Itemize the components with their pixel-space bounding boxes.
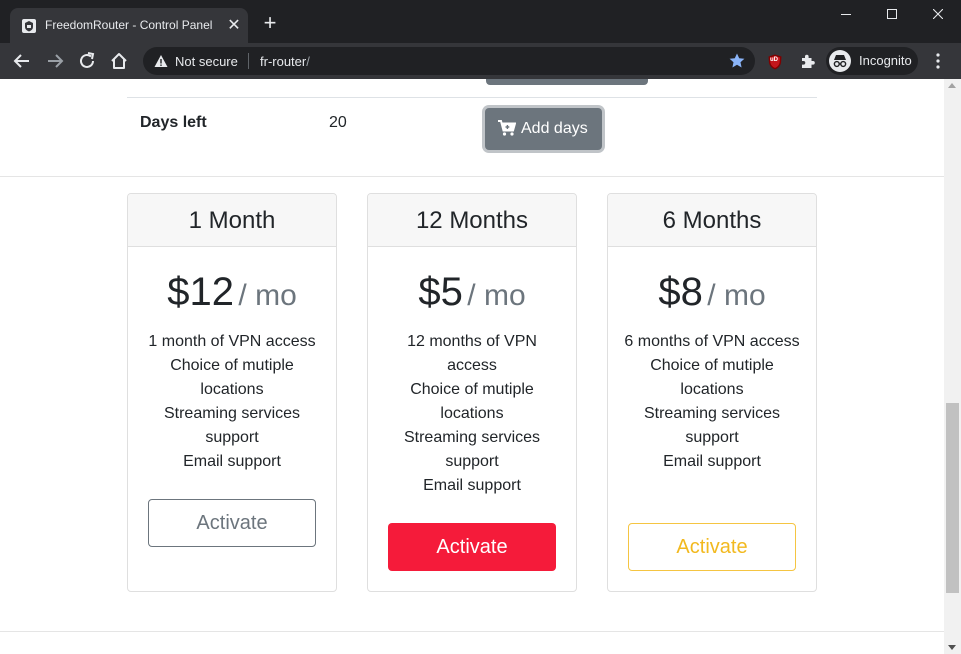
puzzle-piece-icon xyxy=(802,54,815,68)
days-left-label: Days left xyxy=(140,114,207,131)
plan-title: 6 Months xyxy=(608,194,816,247)
feature-item: 1 month of VPN access xyxy=(148,333,316,350)
minimize-icon xyxy=(841,14,851,15)
close-window-button[interactable] xyxy=(915,0,961,30)
minimize-button[interactable] xyxy=(823,0,869,30)
previous-row-button[interactable] xyxy=(486,79,648,85)
activate-button-12-months[interactable]: Activate xyxy=(388,523,556,571)
scroll-up-arrow-icon[interactable] xyxy=(948,83,956,88)
browser-titlebar: FreedomRouter - Control Panel ✕ + xyxy=(0,0,961,43)
plan-price: $8 / mo xyxy=(608,270,816,315)
feature-item: 6 months of VPN access xyxy=(624,333,800,350)
table-row-divider xyxy=(127,97,817,98)
footer-divider xyxy=(0,631,944,632)
feature-item: Streaming services support xyxy=(163,405,301,446)
arrow-right-icon xyxy=(48,54,64,68)
price-amount: $12 xyxy=(167,270,234,314)
feature-item: Email support xyxy=(423,477,521,494)
forward-button[interactable] xyxy=(44,50,66,72)
new-tab-icon[interactable]: + xyxy=(259,12,281,35)
url-text[interactable]: fr-router/ xyxy=(260,54,310,69)
activate-button-6-months[interactable]: Activate xyxy=(628,523,796,571)
address-bar[interactable]: Not secure fr-router/ xyxy=(143,47,755,75)
feature-item: Streaming services support xyxy=(643,405,781,446)
scroll-down-arrow-icon[interactable] xyxy=(948,645,956,650)
price-unit: / mo xyxy=(238,279,297,312)
browser-tab[interactable]: FreedomRouter - Control Panel ✕ xyxy=(10,8,248,43)
incognito-profile-button[interactable]: Incognito xyxy=(826,47,918,75)
plan-price: $5 / mo xyxy=(368,270,576,315)
price-unit: / mo xyxy=(707,279,766,312)
home-button[interactable] xyxy=(108,50,130,72)
add-days-button[interactable]: Add days xyxy=(485,108,602,150)
feature-item: Choice of mutiple locations xyxy=(650,357,774,398)
reload-button[interactable] xyxy=(76,50,98,72)
ublock-extension-icon[interactable]: uD xyxy=(767,54,783,70)
maximize-button[interactable] xyxy=(869,0,915,30)
extensions-button[interactable] xyxy=(797,50,819,72)
activate-button-1-month[interactable]: Activate xyxy=(148,499,316,547)
feature-item: 12 months of VPN access xyxy=(407,333,537,374)
browser-menu-icon[interactable] xyxy=(933,52,943,70)
reload-icon xyxy=(80,52,95,68)
ublock-badge: uD xyxy=(770,57,778,63)
bookmark-star-icon[interactable] xyxy=(728,52,746,70)
feature-item: Choice of mutiple locations xyxy=(170,357,294,398)
plan-price: $12 / mo xyxy=(128,270,336,315)
price-amount: $8 xyxy=(658,270,703,314)
url-path: / xyxy=(306,54,310,69)
arrow-left-icon xyxy=(13,54,29,68)
plan-card-6-months: 6 Months $8 / mo 6 months of VPN access … xyxy=(607,193,817,592)
page-viewport: Days left 20 Add days 1 Month $12 / mo 1… xyxy=(0,79,944,654)
security-indicator[interactable]: Not secure xyxy=(175,54,238,69)
maximize-icon xyxy=(887,9,897,19)
incognito-label: Incognito xyxy=(859,53,912,68)
warning-triangle-icon xyxy=(154,55,168,67)
add-days-label: Add days xyxy=(521,120,588,137)
feature-item: Choice of mutiple locations xyxy=(410,381,534,422)
page-scrollbar[interactable] xyxy=(944,79,961,654)
incognito-icon xyxy=(829,50,851,72)
feature-item: Email support xyxy=(183,453,281,470)
shopping-cart-icon xyxy=(498,120,516,136)
plan-features: 6 months of VPN access Choice of mutiple… xyxy=(622,330,802,474)
close-icon xyxy=(933,9,943,19)
url-host: fr-router xyxy=(260,54,307,69)
back-button[interactable] xyxy=(11,50,33,72)
tab-close-icon[interactable]: ✕ xyxy=(225,17,243,35)
plan-card-12-months: 12 Months $5 / mo 12 months of VPN acces… xyxy=(367,193,577,592)
price-amount: $5 xyxy=(418,270,463,314)
router-favicon-icon xyxy=(22,19,36,33)
plan-title: 1 Month xyxy=(128,194,336,247)
omnibox-separator xyxy=(248,53,249,69)
plan-features: 12 months of VPN access Choice of mutipl… xyxy=(382,330,562,498)
days-left-value: 20 xyxy=(329,114,347,131)
browser-toolbar: Not secure fr-router/ uD Incognito xyxy=(0,43,961,79)
plan-title: 12 Months xyxy=(368,194,576,247)
plan-features: 1 month of VPN access Choice of mutiple … xyxy=(142,330,322,474)
price-unit: / mo xyxy=(467,279,526,312)
section-divider xyxy=(0,176,944,177)
feature-item: Streaming services support xyxy=(403,429,541,470)
scrollbar-thumb[interactable] xyxy=(946,403,959,593)
tab-title: FreedomRouter - Control Panel xyxy=(45,18,213,32)
home-icon xyxy=(111,53,127,69)
plan-card-1-month: 1 Month $12 / mo 1 month of VPN access C… xyxy=(127,193,337,592)
feature-item: Email support xyxy=(663,453,761,470)
